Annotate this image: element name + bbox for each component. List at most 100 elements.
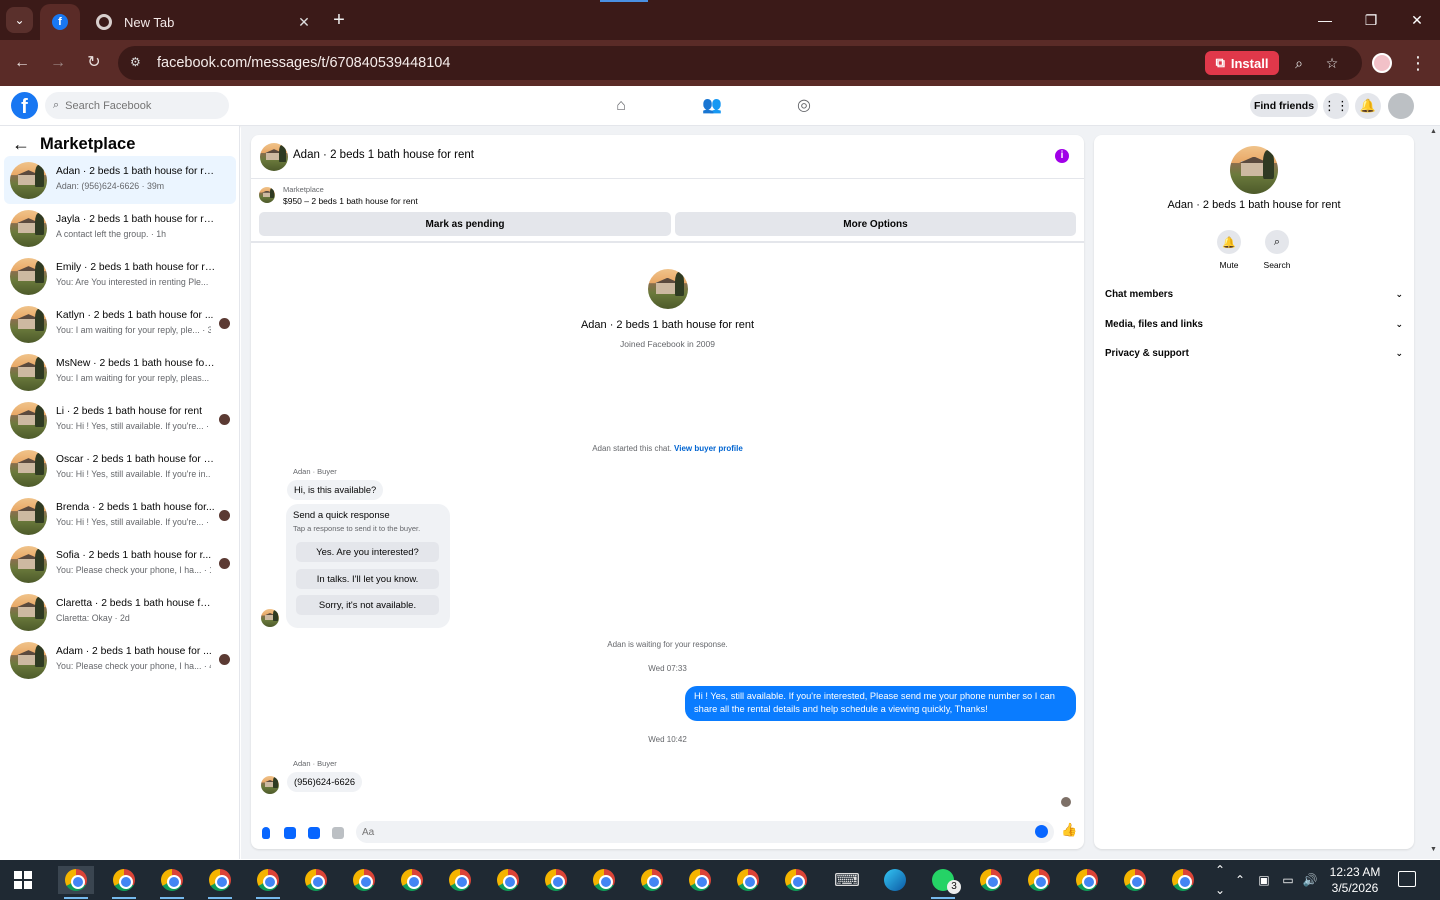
account-avatar[interactable] xyxy=(1388,93,1414,119)
chat-list-item[interactable]: Oscar · 2 beds 1 bath house for rent You:… xyxy=(4,444,236,492)
chrome-taskbar-icon[interactable] xyxy=(346,866,382,894)
close-tab-icon[interactable]: ✕ xyxy=(294,14,314,31)
chrome-taskbar-icon[interactable] xyxy=(250,866,286,899)
facebook-search-input[interactable] xyxy=(65,99,216,112)
microphone-icon[interactable] xyxy=(262,827,270,839)
info-avatar[interactable] xyxy=(1230,146,1278,194)
sender-avatar[interactable] xyxy=(261,609,279,627)
volume-icon[interactable]: 🔊 xyxy=(1302,872,1318,888)
tab-search-chevron-icon[interactable]: ⌄ xyxy=(6,7,33,33)
home-icon[interactable]: ⌂ xyxy=(610,95,632,117)
page-scrollbar[interactable]: ▲ ▼ xyxy=(1428,126,1440,859)
bell-icon[interactable]: 🔔 xyxy=(1217,230,1241,254)
chat-list-item[interactable]: Katlyn · 2 beds 1 bath house for ... You:… xyxy=(4,300,236,348)
incoming-message[interactable]: (956)624-6626 xyxy=(287,772,362,792)
chrome-taskbar-icon[interactable] xyxy=(1069,866,1105,894)
conversation-avatar[interactable] xyxy=(260,143,288,171)
quick-response-yes-button[interactable]: Yes. Are you interested? xyxy=(296,542,439,562)
browser-profile-avatar[interactable] xyxy=(1372,53,1392,73)
conversation-title[interactable]: Adan · 2 beds 1 bath house for rent xyxy=(293,149,474,161)
chrome-taskbar-icon[interactable] xyxy=(1117,866,1153,894)
chrome-taskbar-icon[interactable] xyxy=(202,866,238,899)
site-settings-icon[interactable]: ⚙ xyxy=(130,55,146,71)
chrome-taskbar-icon[interactable] xyxy=(106,866,142,899)
chrome-taskbar-icon[interactable] xyxy=(1021,866,1057,894)
notification-center-icon[interactable] xyxy=(1398,871,1416,887)
chrome-taskbar-icon[interactable] xyxy=(298,866,334,894)
scroll-up-icon[interactable]: ▲ xyxy=(1430,128,1438,136)
forward-arrow-icon[interactable]: → xyxy=(46,51,70,75)
info-icon[interactable]: i xyxy=(1055,149,1069,163)
tab-new-tab[interactable]: New Tab ✕ xyxy=(86,4,322,40)
chat-list-item[interactable]: MsNew · 2 beds 1 bath house for r... You:… xyxy=(4,348,236,396)
chrome-taskbar-icon[interactable] xyxy=(634,866,670,894)
profile-avatar[interactable] xyxy=(647,269,688,309)
search-action[interactable]: ⌕ Search xyxy=(1263,230,1291,270)
chrome-taskbar-icon[interactable] xyxy=(1165,866,1201,894)
chat-list-item[interactable]: Sofia · 2 beds 1 bath house for r... You:… xyxy=(4,540,236,588)
facebook-search[interactable]: ⌕ xyxy=(45,92,229,119)
chat-members-section[interactable]: Chat members ⌄ xyxy=(1105,284,1403,304)
notifications-bell-icon[interactable]: 🔔 xyxy=(1355,93,1381,119)
zoom-icon[interactable]: ⌕ xyxy=(1290,54,1308,72)
sender-avatar[interactable] xyxy=(261,776,279,794)
restore-button[interactable]: ❐ xyxy=(1348,8,1394,32)
taskbar-scroll-down-icon[interactable]: ⌄ xyxy=(1212,882,1228,898)
gif-icon[interactable] xyxy=(332,827,344,839)
search-icon[interactable]: ⌕ xyxy=(1265,230,1289,254)
windows-start-icon[interactable] xyxy=(14,871,32,889)
menu-grid-icon[interactable]: ⋮⋮ xyxy=(1323,93,1349,119)
chrome-taskbar-icon[interactable] xyxy=(586,866,622,894)
browser-menu-icon[interactable]: ⋮ xyxy=(1408,50,1428,76)
install-app-button[interactable]: ⧉ Install xyxy=(1205,51,1279,75)
find-friends-button[interactable]: Find friends xyxy=(1250,94,1318,117)
chat-list-item[interactable]: Brenda · 2 beds 1 bath house for... You: … xyxy=(4,492,236,540)
friends-icon[interactable]: 👥 xyxy=(701,95,723,117)
taskbar-scroll-up-icon[interactable]: ⌃ xyxy=(1212,862,1228,878)
chrome-taskbar-icon[interactable] xyxy=(730,866,766,894)
groups-icon[interactable]: ◎ xyxy=(793,95,815,117)
chrome-taskbar-icon[interactable] xyxy=(394,866,430,894)
chrome-taskbar-icon[interactable] xyxy=(442,866,478,894)
chat-list-item[interactable]: Adam · 2 beds 1 bath house for ... You: P… xyxy=(4,636,236,684)
chrome-taskbar-icon[interactable] xyxy=(973,866,1009,894)
photo-icon[interactable] xyxy=(284,827,296,839)
chat-list-item[interactable]: Li · 2 beds 1 bath house for rent You: Hi… xyxy=(4,396,236,444)
new-tab-button[interactable]: + xyxy=(328,9,350,31)
more-options-button[interactable]: More Options xyxy=(675,212,1076,236)
quick-response-sorry-button[interactable]: Sorry, it's not available. xyxy=(296,595,439,615)
view-buyer-profile-link[interactable]: View buyer profile xyxy=(674,444,743,453)
reload-icon[interactable]: ↻ xyxy=(82,51,106,75)
incoming-message[interactable]: Hi, is this available? xyxy=(287,480,384,500)
chrome-taskbar-icon[interactable] xyxy=(154,866,190,899)
chrome-taskbar-icon[interactable] xyxy=(58,866,94,899)
chrome-taskbar-icon[interactable] xyxy=(682,866,718,894)
mute-action[interactable]: 🔔 Mute xyxy=(1215,230,1243,270)
chrome-taskbar-icon[interactable] xyxy=(778,866,814,894)
chat-list-item[interactable]: Emily · 2 beds 1 bath house for rent You:… xyxy=(4,252,236,300)
chat-list-item[interactable]: Adan · 2 beds 1 bath house for rent Adan:… xyxy=(4,156,236,204)
edge-browser-icon[interactable] xyxy=(877,866,913,894)
quick-response-talks-button[interactable]: In talks. I'll let you know. xyxy=(296,569,439,589)
back-arrow-icon[interactable]: ← xyxy=(12,134,30,155)
minimize-button[interactable]: — xyxy=(1302,8,1348,32)
whatsapp-icon[interactable]: 3 xyxy=(925,866,961,899)
chat-list-item[interactable]: Jayla · 2 beds 1 bath house for rent A co… xyxy=(4,204,236,252)
url-text[interactable]: facebook.com/messages/t/670840539448104 xyxy=(157,55,450,71)
taskbar-clock[interactable]: 12:23 AM 3/5/2026 xyxy=(1320,864,1390,896)
facebook-logo-icon[interactable]: f xyxy=(11,92,38,119)
emoji-icon[interactable] xyxy=(1035,825,1048,838)
media-files-links-section[interactable]: Media, files and links ⌄ xyxy=(1105,314,1403,334)
back-arrow-icon[interactable]: ← xyxy=(10,51,34,75)
thumbs-up-icon[interactable]: 👍 xyxy=(1061,823,1077,837)
scroll-down-icon[interactable]: ▼ xyxy=(1430,846,1438,854)
privacy-support-section[interactable]: Privacy & support ⌄ xyxy=(1105,343,1403,363)
chat-list-item[interactable]: Claretta · 2 beds 1 bath house for r... C… xyxy=(4,588,236,636)
mark-as-pending-button[interactable]: Mark as pending xyxy=(259,212,671,236)
tab-facebook[interactable]: f xyxy=(40,4,80,40)
network-icon[interactable]: ▭ xyxy=(1280,872,1296,888)
show-hidden-icons-icon[interactable]: ⌃ xyxy=(1232,872,1248,888)
sticker-icon[interactable] xyxy=(308,827,320,839)
address-bar[interactable]: ⚙ facebook.com/messages/t/67084053944810… xyxy=(118,46,1362,80)
outgoing-message[interactable]: Hi ! Yes, still available. If you're int… xyxy=(685,686,1076,721)
